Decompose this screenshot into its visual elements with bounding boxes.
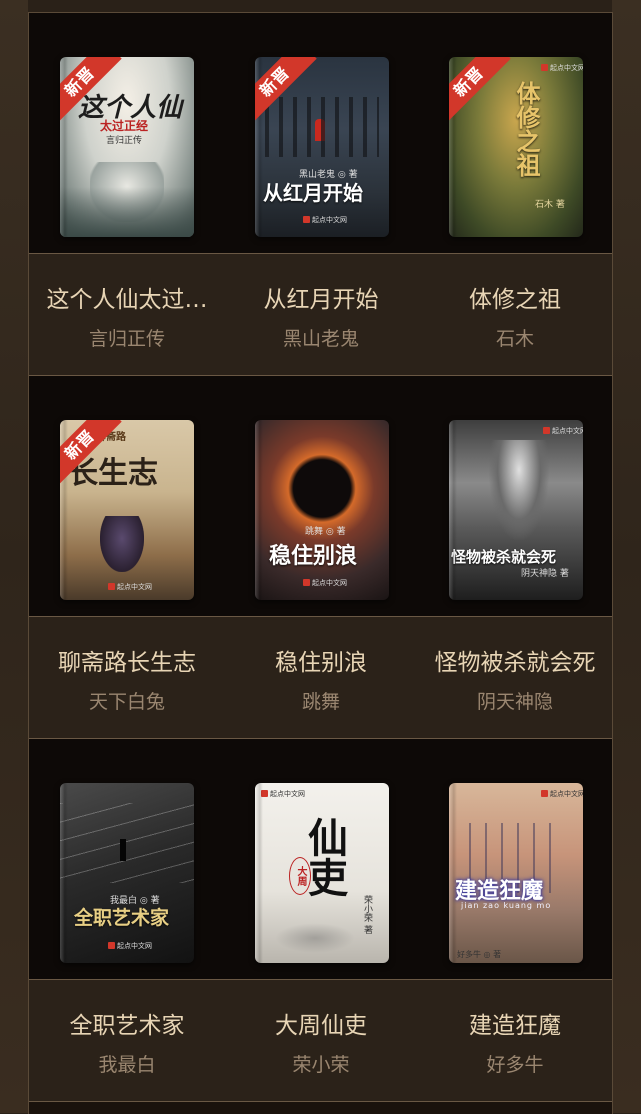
book-cover[interactable]: 跳舞 ◎ 著 稳住别浪 起点中文网 <box>255 420 389 600</box>
cover-subtitle: 大周 <box>289 857 311 895</box>
book-author[interactable]: 荣小荣 <box>224 1050 418 1077</box>
book-title[interactable]: 聊斋路长生志 <box>30 643 224 677</box>
cover-author: 阴天神隐 著 <box>521 569 569 579</box>
book-cover[interactable]: 聊斋路 长生志 起点中文网 新晋 <box>60 420 194 600</box>
book-title[interactable]: 建造狂魔 <box>418 1006 612 1040</box>
publisher-logo: 起点中文网 <box>261 789 305 799</box>
cover-title: 怪物被杀就会死 <box>451 548 557 566</box>
book-author[interactable]: 我最白 <box>30 1050 224 1077</box>
book-title[interactable]: 大周仙吏 <box>224 1006 418 1040</box>
publisher-name: 起点中文网 <box>552 427 583 435</box>
cover-row-2: 聊斋路 长生志 起点中文网 新晋 跳舞 ◎ 著 稳住别浪 起点中文网 起点中文网… <box>29 376 612 616</box>
new-badge: 新晋 <box>449 57 511 124</box>
info-row-2: 聊斋路长生志 天下白兔 稳住别浪 跳舞 怪物被杀就会死 阴天神隐 <box>29 616 612 739</box>
book-cover[interactable]: 起点中文网 仙吏 大周 荣小荣 著 <box>255 783 389 963</box>
cover-title: 体修之祖 <box>512 81 540 177</box>
publisher-name: 起点中文网 <box>550 64 583 72</box>
book-title[interactable]: 怪物被杀就会死 <box>418 643 612 677</box>
book-grid-panel: 这个人仙 太过正经 言归正传 新晋 黑山老鬼 ◎ 著 从红月开始 起点中文网 新… <box>28 12 613 1114</box>
right-background <box>612 0 641 1113</box>
cover-art <box>489 440 549 540</box>
publisher-logo: 起点中文网 <box>108 941 152 951</box>
publisher-name: 起点中文网 <box>312 216 347 224</box>
book-title[interactable]: 全职艺术家 <box>30 1006 224 1040</box>
book-spine <box>60 783 68 963</box>
book-author[interactable]: 好多牛 <box>418 1050 612 1077</box>
cover-row-3: 我最白 ◎ 著 全职艺术家 起点中文网 起点中文网 仙吏 大周 荣小荣 著 起点… <box>29 739 612 979</box>
cover-author: 好多牛 ◎ 著 <box>457 950 502 959</box>
book-cover[interactable]: 起点中文网 建造狂魔 jian zao kuang mo 好多牛 ◎ 著 <box>449 783 583 963</box>
cover-author: 言归正传 <box>106 136 143 146</box>
cover-subtitle: 太过正经 <box>100 119 149 133</box>
publisher-name: 起点中文网 <box>270 790 305 798</box>
book-title[interactable]: 体修之祖 <box>418 280 612 314</box>
book-author[interactable]: 阴天神隐 <box>418 687 612 714</box>
left-background <box>0 0 28 1113</box>
book-title[interactable]: 从红月开始 <box>224 280 418 314</box>
book-cover[interactable]: 起点中文网 怪物被杀就会死 阴天神隐 著 <box>449 420 583 600</box>
publisher-name: 起点中文网 <box>117 583 152 591</box>
book-title[interactable]: 稳住别浪 <box>224 643 418 677</box>
book-author[interactable]: 言归正传 <box>30 324 224 351</box>
publisher-logo: 起点中文网 <box>543 426 583 436</box>
book-spine <box>255 420 263 600</box>
book-author[interactable]: 天下白兔 <box>30 687 224 714</box>
cover-art <box>120 839 126 861</box>
cover-art <box>275 923 355 953</box>
cover-title: 全职艺术家 <box>74 907 170 929</box>
publisher-logo: 起点中文网 <box>303 578 347 588</box>
cover-subtitle: jian zao kuang mo <box>461 901 552 910</box>
cover-art <box>60 187 194 237</box>
cover-title: 从红月开始 <box>263 181 363 205</box>
publisher-logo: 起点中文网 <box>541 63 583 73</box>
cover-art <box>265 97 379 157</box>
book-cover[interactable]: 黑山老鬼 ◎ 著 从红月开始 起点中文网 新晋 <box>255 57 389 237</box>
info-row-1: 这个人仙太过… 言归正传 从红月开始 黑山老鬼 体修之祖 石木 <box>29 253 612 376</box>
book-author[interactable]: 石木 <box>418 324 612 351</box>
publisher-name: 起点中文网 <box>550 790 583 798</box>
info-row-3: 全职艺术家 我最白 大周仙吏 荣小荣 建造狂魔 好多牛 <box>29 979 612 1102</box>
publisher-logo: 起点中文网 <box>303 215 347 225</box>
cover-art <box>60 803 194 883</box>
book-spine <box>255 783 263 963</box>
cover-row-1: 这个人仙 太过正经 言归正传 新晋 黑山老鬼 ◎ 著 从红月开始 起点中文网 新… <box>29 13 612 253</box>
book-author[interactable]: 黑山老鬼 <box>224 324 418 351</box>
book-spine <box>449 783 457 963</box>
cover-author: 荣小荣 著 <box>362 895 372 934</box>
publisher-logo: 起点中文网 <box>108 582 152 592</box>
cover-author: 石木 著 <box>535 200 565 210</box>
cover-author: 跳舞 ◎ 著 <box>305 527 346 537</box>
book-author[interactable]: 跳舞 <box>224 687 418 714</box>
publisher-logo: 起点中文网 <box>541 789 583 799</box>
book-cover[interactable]: 我最白 ◎ 著 全职艺术家 起点中文网 <box>60 783 194 963</box>
book-cover[interactable]: 体修之祖 石木 著 起点中文网 新晋 <box>449 57 583 237</box>
book-cover[interactable]: 这个人仙 太过正经 言归正传 新晋 <box>60 57 194 237</box>
book-title[interactable]: 这个人仙太过… <box>30 280 224 314</box>
publisher-name: 起点中文网 <box>117 942 152 950</box>
publisher-name: 起点中文网 <box>312 579 347 587</box>
cover-title: 稳住别浪 <box>269 544 358 569</box>
cover-art <box>100 516 144 572</box>
book-spine <box>449 420 457 600</box>
